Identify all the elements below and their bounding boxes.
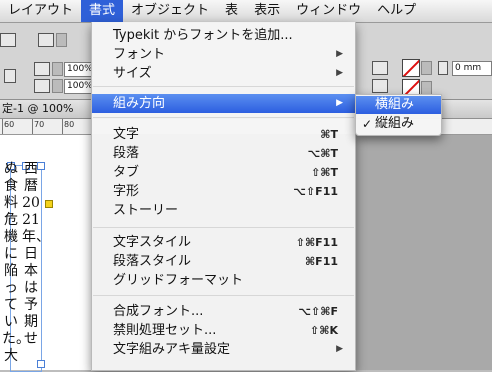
stroke-dropdown-icon[interactable] (421, 81, 432, 95)
menu-item-paragraph-styles[interactable]: 段落スタイル ⌘F11 (92, 252, 355, 271)
menu-item-add-typekit[interactable]: Typekit からフォントを追加... (92, 26, 355, 45)
menu-separator (93, 117, 354, 118)
shortcut: ⇧⌘K (310, 324, 338, 337)
frame-icon[interactable] (0, 33, 16, 47)
menu-item-story[interactable]: ストーリー (92, 201, 355, 220)
vertical-text-column-1: 西暦2021年、日本は予期せ (22, 161, 50, 347)
fill-dropdown-icon[interactable] (421, 61, 432, 75)
document-title: 定-1 @ 100% (2, 102, 74, 115)
distribute-icon[interactable] (372, 79, 388, 93)
menu-separator (93, 86, 354, 87)
menu-separator (93, 227, 354, 228)
submenu-arrow-icon: ▶ (336, 68, 343, 78)
scale-x-field[interactable]: 100% (64, 62, 93, 77)
shortcut: ⌥⇧F11 (293, 185, 338, 198)
menu-item-size[interactable]: サイズ ▶ (92, 64, 355, 83)
menu-object[interactable]: オブジェクト (123, 0, 217, 22)
menu-view[interactable]: 表示 (246, 0, 288, 22)
submenu-item-vertical[interactable]: ✓ 縦組み (356, 115, 441, 133)
menu-separator (93, 295, 354, 296)
scale-y-icon[interactable] (34, 79, 50, 93)
menu-type[interactable]: 書式 (81, 0, 124, 22)
menu-window[interactable]: ウィンドウ (288, 0, 369, 22)
menu-item-glyphs[interactable]: 字形 ⌥⇧F11 (92, 182, 355, 201)
menu-item-font[interactable]: フォント ▶ (92, 45, 355, 64)
menubar: レイアウト 書式 オブジェクト 表 表示 ウィンドウ ヘルプ (0, 0, 492, 23)
shortcut: ⌘F11 (304, 255, 338, 268)
menu-layout[interactable]: レイアウト (0, 0, 81, 22)
stepper-x[interactable] (52, 62, 63, 76)
writing-direction-submenu: 横組み ✓ 縦組み (355, 94, 442, 136)
stepper-y[interactable] (52, 79, 63, 93)
shortcut: ⌥⇧⌘F (298, 305, 338, 318)
align-icon[interactable] (372, 61, 388, 75)
shortcut: ⌥⌘T (307, 147, 338, 160)
menu-item-character[interactable]: 文字 ⌘T (92, 125, 355, 144)
menu-item-grid-format[interactable]: グリッドフォーマット (92, 271, 355, 290)
submenu-arrow-icon: ▶ (336, 344, 343, 354)
checkmark-icon: ✓ (362, 117, 373, 131)
shortcut: ⇧⌘T (311, 166, 338, 179)
scale-x-icon[interactable] (34, 62, 50, 76)
fill-none-swatch[interactable] (402, 59, 420, 77)
vertical-text-column-2: ぬ食料危機に陥っていた。大 (2, 161, 30, 364)
shortcut: ⇧⌘F11 (295, 236, 338, 249)
menu-item-paragraph[interactable]: 段落 ⌥⌘T (92, 144, 355, 163)
ruler-label: 70 (34, 120, 45, 129)
menu-table[interactable]: 表 (217, 0, 246, 22)
menu-item-writing-direction[interactable]: 組み方向 ▶ (92, 94, 355, 113)
menu-item-mojikumi[interactable]: 文字組みアキ量設定 ▶ (92, 340, 355, 359)
menu-item-tabs[interactable]: タブ ⇧⌘T (92, 163, 355, 182)
menu-item-composite-font[interactable]: 合成フォント... ⌥⇧⌘F (92, 302, 355, 321)
scale-y-field[interactable]: 100% (64, 79, 93, 94)
document-page[interactable]: 西暦2021年、日本は予期せ ぬ食料危機に陥っていた。大 (0, 135, 92, 372)
ruler-label: 80 (64, 120, 75, 129)
type-menu: Typekit からフォントを追加... フォント ▶ サイズ ▶ 組み方向 ▶… (91, 22, 356, 371)
submenu-arrow-icon: ▶ (336, 49, 343, 59)
submenu-item-horizontal[interactable]: 横組み (356, 96, 441, 114)
ruler-label: 60 (4, 120, 15, 129)
menu-help[interactable]: ヘルプ (369, 0, 424, 22)
anchor-icon[interactable] (4, 69, 16, 83)
menu-item-kinsoku-set[interactable]: 禁則処理セット... ⇧⌘K (92, 321, 355, 340)
corner-option-handle[interactable] (45, 200, 53, 208)
shortcut: ⌘T (320, 128, 338, 141)
frame-handle[interactable] (37, 360, 45, 368)
dropdown-arrow-icon[interactable] (56, 33, 67, 47)
menu-item-character-styles[interactable]: 文字スタイル ⇧⌘F11 (92, 233, 355, 252)
stroke-weight-icon (438, 61, 448, 75)
submenu-arrow-icon: ▶ (336, 98, 343, 108)
layout-grid-icon[interactable] (38, 33, 54, 47)
stroke-weight-field[interactable]: 0 mm (452, 61, 492, 76)
